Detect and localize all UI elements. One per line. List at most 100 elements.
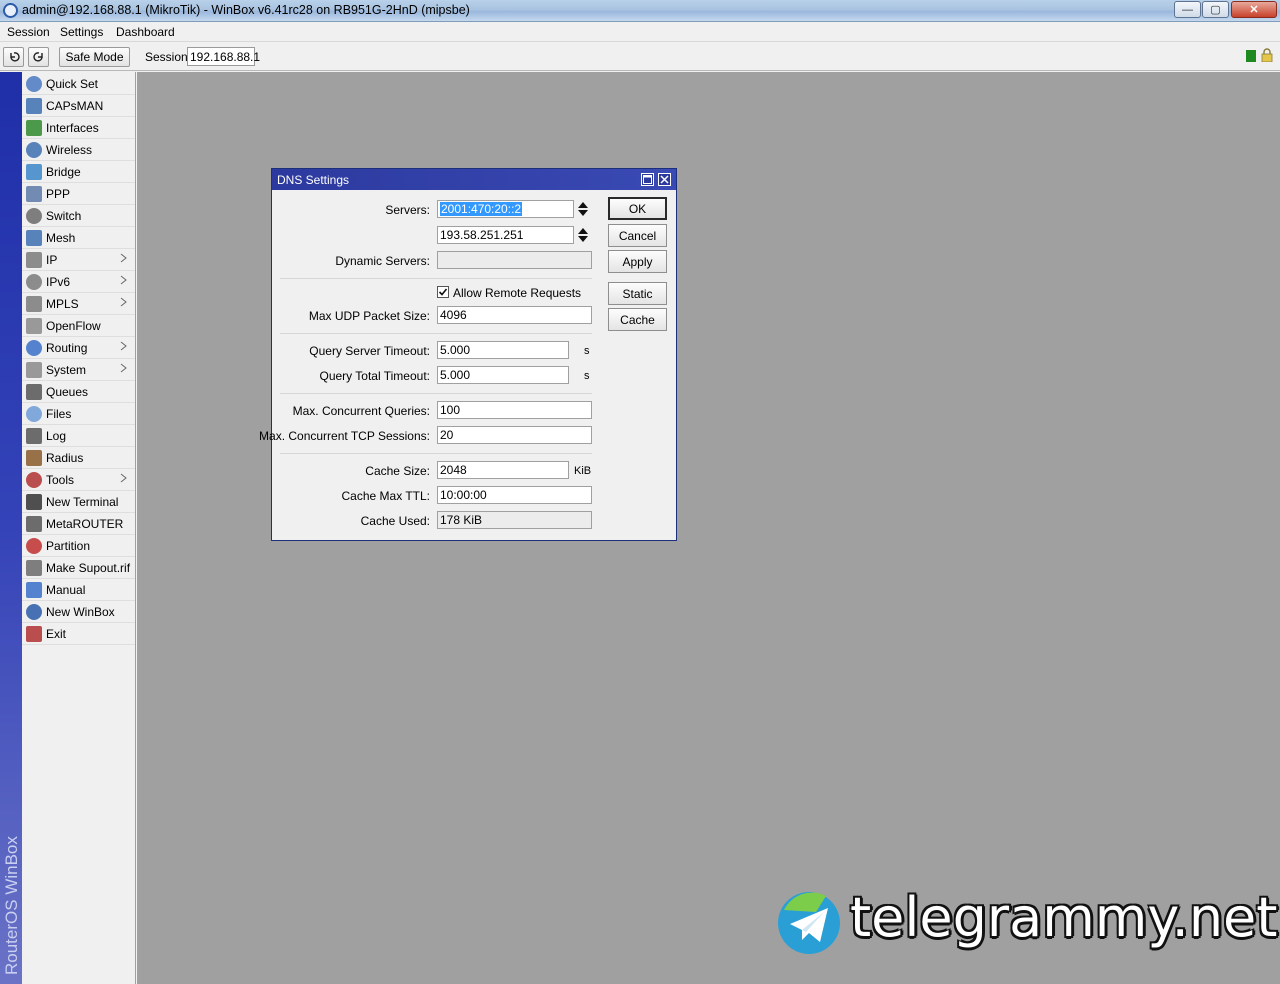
max-tcp-sessions-field[interactable]: 20 <box>437 426 592 444</box>
redo-button[interactable] <box>28 47 49 67</box>
sidebar-item-label: Radius <box>46 450 84 465</box>
static-button[interactable]: Static <box>608 282 667 305</box>
switch-icon <box>26 207 42 224</box>
sidebar-item-new-winbox[interactable]: New WinBox <box>22 601 135 623</box>
server-2-field[interactable]: 193.58.251.251 <box>437 226 574 244</box>
dialog-maximize-button[interactable] <box>641 173 654 186</box>
max-concurrent-queries-label: Max. Concurrent Queries: <box>292 404 430 418</box>
apply-button[interactable]: Apply <box>608 250 667 273</box>
sidebar-item-ipv6[interactable]: IPv6 <box>22 271 135 293</box>
sidebar-item-ppp[interactable]: PPP <box>22 183 135 205</box>
server-1-reorder-icon[interactable] <box>578 202 588 216</box>
close-button[interactable]: ✕ <box>1231 1 1277 18</box>
max-udp-label: Max UDP Packet Size: <box>308 309 430 323</box>
openflow-icon <box>26 317 42 334</box>
sidebar-item-mesh[interactable]: Mesh <box>22 227 135 249</box>
sidebar-item-label: PPP <box>46 186 71 201</box>
cache-button[interactable]: Cache <box>608 308 667 331</box>
minimize-button[interactable]: — <box>1174 1 1201 18</box>
max-concurrent-queries-field[interactable]: 100 <box>437 401 592 419</box>
redo-icon <box>32 52 43 62</box>
sidebar-item-routing[interactable]: Routing <box>22 337 135 359</box>
ip-icon <box>26 251 42 268</box>
lock-icon <box>1261 48 1273 62</box>
safe-mode-button[interactable]: Safe Mode <box>59 47 130 67</box>
session-field[interactable]: 192.168.88.1 <box>187 47 260 66</box>
menu-settings[interactable]: Settings <box>60 25 103 39</box>
sidebar-item-tools[interactable]: Tools <box>22 469 135 491</box>
query-server-timeout-unit: s <box>584 345 590 357</box>
manual-icon <box>26 581 42 598</box>
maximize-button[interactable]: ▢ <box>1202 1 1229 18</box>
sidebar-item-make-supout-rif[interactable]: Make Supout.rif <box>22 557 135 579</box>
menu-session[interactable]: Session <box>7 25 50 39</box>
maximize-icon <box>643 175 652 184</box>
sidebar-item-label: Switch <box>46 208 82 223</box>
ok-button[interactable]: OK <box>608 197 667 220</box>
sidebar-item-label: OpenFlow <box>46 318 101 333</box>
sidebar-item-openflow[interactable]: OpenFlow <box>22 315 135 337</box>
sidebar-item-label: Files <box>46 406 72 421</box>
separator <box>280 278 592 279</box>
ppp-icon <box>26 185 42 202</box>
query-server-timeout-field[interactable]: 5.000 <box>437 341 569 359</box>
sidebar-item-interfaces[interactable]: Interfaces <box>22 117 135 139</box>
sidebar-item-quick-set[interactable]: Quick Set <box>22 73 135 95</box>
max-udp-field[interactable]: 4096 <box>437 306 592 324</box>
sidebar-item-capsman[interactable]: CAPsMAN <box>22 95 135 117</box>
cancel-button[interactable]: Cancel <box>608 224 667 247</box>
cache-size-field[interactable]: 2048 <box>437 461 569 479</box>
undo-button[interactable] <box>3 47 24 67</box>
cache-max-ttl-field[interactable]: 10:00:00 <box>437 486 592 504</box>
sidebar-item-ip[interactable]: IP <box>22 249 135 271</box>
sidebar-item-radius[interactable]: Radius <box>22 447 135 469</box>
servers-label: Servers: <box>385 203 430 217</box>
dialog-close-button[interactable] <box>658 173 671 186</box>
sidebar: Quick Set CAPsMAN Interfaces Wireless Bridge… <box>22 72 136 984</box>
server-2-reorder-icon[interactable] <box>578 228 588 242</box>
sidebar-item-system[interactable]: System <box>22 359 135 381</box>
supout-icon <box>26 559 42 576</box>
sidebar-item-label: Wireless <box>46 142 93 157</box>
sidebar-item-label: IPv6 <box>46 274 71 289</box>
log-icon <box>26 427 42 444</box>
sidebar-item-files[interactable]: Files <box>22 403 135 425</box>
sidebar-item-label: Tools <box>46 472 75 487</box>
terminal-icon <box>26 493 42 510</box>
sidebar-item-switch[interactable]: Switch <box>22 205 135 227</box>
sidebar-item-mpls[interactable]: MPLS <box>22 293 135 315</box>
routing-icon <box>26 339 42 356</box>
sidebar-item-queues[interactable]: Queues <box>22 381 135 403</box>
sidebar-item-metarouter[interactable]: MetaROUTER <box>22 513 135 535</box>
server-1-field[interactable]: 2001:470:20::2 <box>437 200 574 218</box>
submenu-arrow-icon <box>120 341 127 351</box>
sidebar-item-label: Manual <box>46 582 86 597</box>
cache-used-label: Cache Used: <box>360 514 430 528</box>
sidebar-item-new-terminal[interactable]: New Terminal <box>22 491 135 513</box>
sidebar-item-label: Make Supout.rif <box>46 560 131 575</box>
sidebar-item-manual[interactable]: Manual <box>22 579 135 601</box>
sidebar-item-wireless[interactable]: Wireless <box>22 139 135 161</box>
cache-size-unit: KiB <box>574 465 592 477</box>
allow-remote-checkbox[interactable] <box>437 286 449 298</box>
sidebar-item-label: IP <box>46 252 58 267</box>
sidebar-item-partition[interactable]: Partition <box>22 535 135 557</box>
sidebar-item-exit[interactable]: Exit <box>22 623 135 645</box>
partition-icon <box>26 537 42 554</box>
sidebar-item-label: Exit <box>46 626 67 641</box>
toolbar: Safe Mode Session: 192.168.88.1 <box>0 43 1280 71</box>
mesh-icon <box>26 229 42 246</box>
sidebar-item-label: Routing <box>46 340 88 355</box>
allow-remote-label: Allow Remote Requests <box>453 286 582 300</box>
mpls-icon <box>26 295 42 312</box>
query-total-timeout-unit: s <box>584 370 590 382</box>
status-indicator <box>1246 50 1256 62</box>
files-icon <box>26 405 42 422</box>
sidebar-item-label: Partition <box>46 538 91 553</box>
sidebar-item-log[interactable]: Log <box>22 425 135 447</box>
window-title: admin@192.168.88.1 (MikroTik) - WinBox v… <box>22 3 470 17</box>
dns-settings-dialog: DNS Settings Servers: 2001:470:20::2 193… <box>259 168 677 541</box>
menu-dashboard[interactable]: Dashboard <box>116 25 175 39</box>
sidebar-item-bridge[interactable]: Bridge <box>22 161 135 183</box>
query-total-timeout-field[interactable]: 5.000 <box>437 366 569 384</box>
